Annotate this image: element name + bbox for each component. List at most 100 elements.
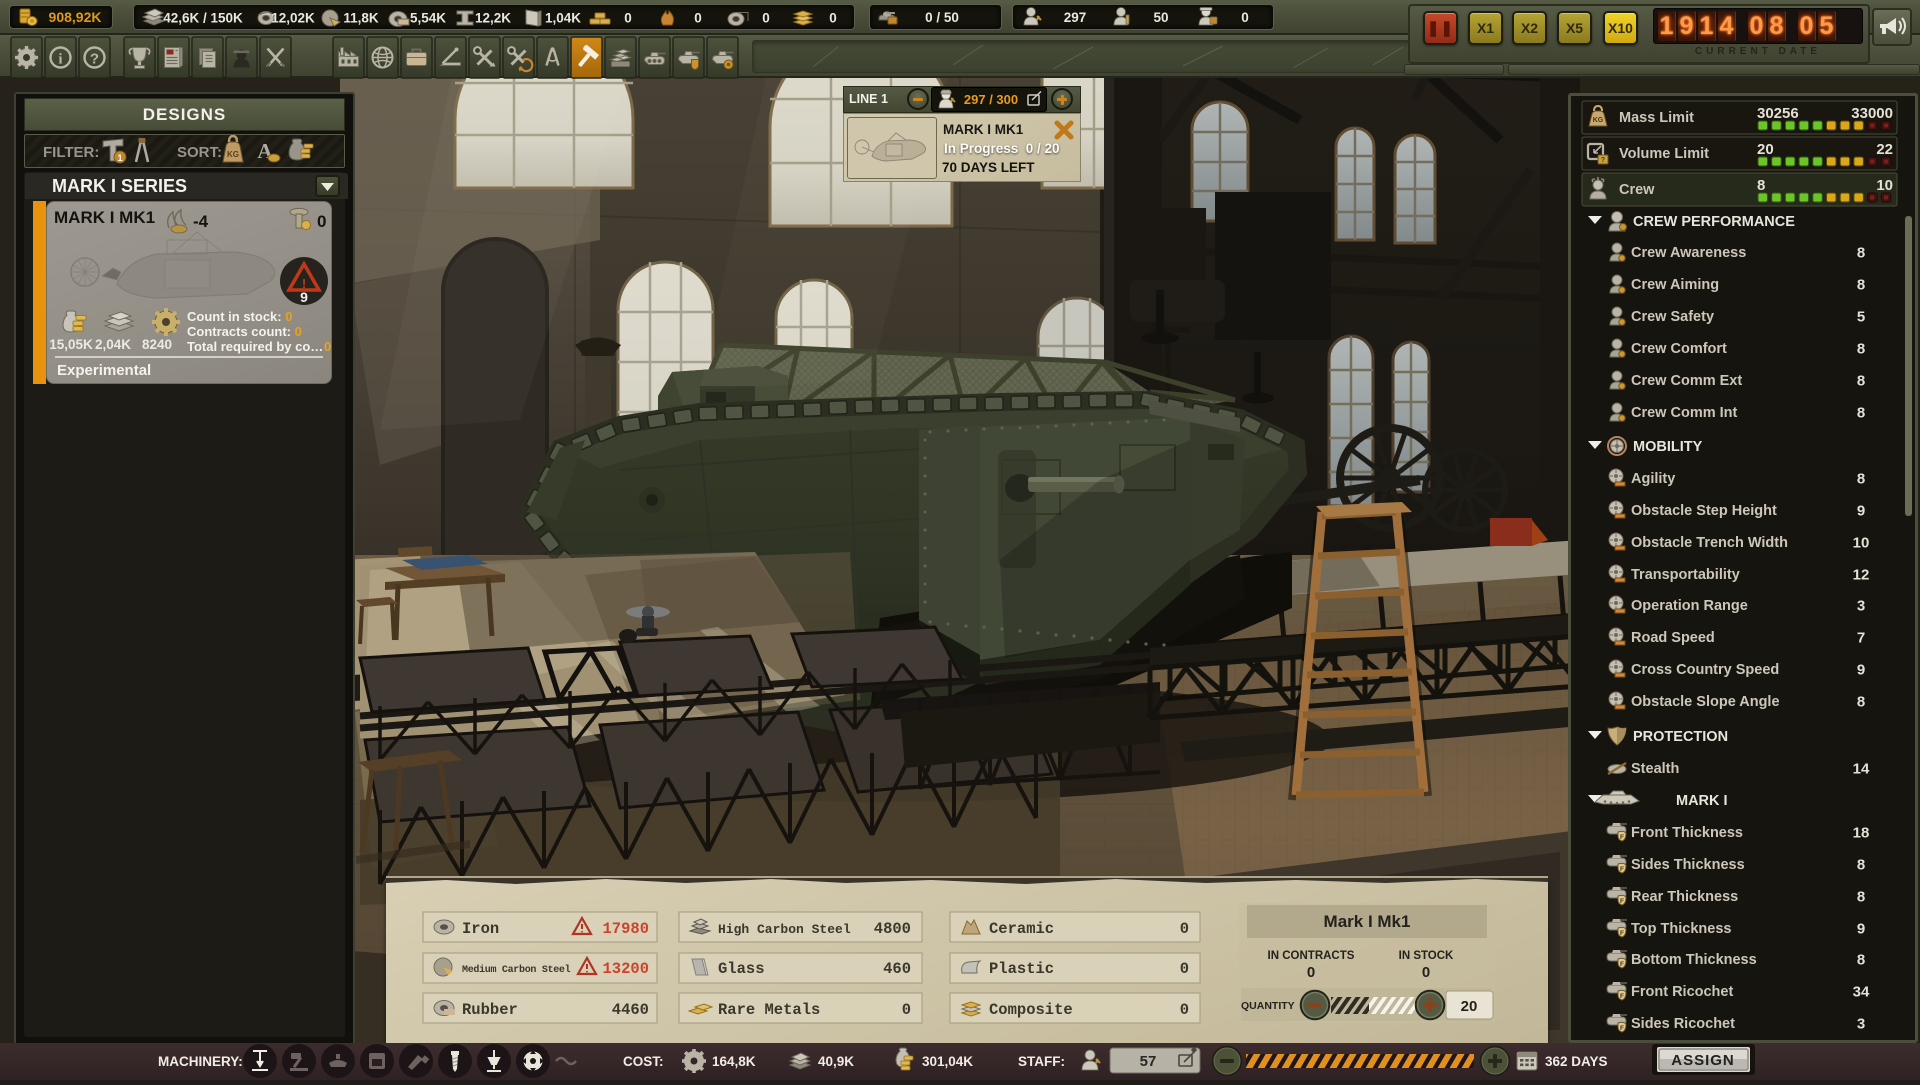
svg-text:164,8K: 164,8K (712, 1054, 756, 1069)
svg-text:Sides Ricochet: Sides Ricochet (1631, 1016, 1735, 1032)
svg-text:5,54K: 5,54K (410, 11, 446, 26)
svg-text:4800: 4800 (874, 920, 911, 938)
svg-text:1,04K: 1,04K (545, 11, 581, 26)
svg-text:Crew: Crew (1619, 182, 1655, 198)
svg-text:8: 8 (1857, 889, 1865, 906)
svg-text:14: 14 (1853, 761, 1870, 778)
svg-text:Road Speed: Road Speed (1631, 630, 1715, 646)
svg-text:Crew Aiming: Crew Aiming (1631, 277, 1719, 293)
svg-text:0 / 50: 0 / 50 (925, 10, 959, 25)
svg-text:PROTECTION: PROTECTION (1633, 729, 1728, 745)
svg-text:34: 34 (1853, 984, 1870, 1001)
svg-text:8: 8 (1857, 471, 1865, 488)
svg-text:0: 0 (694, 11, 702, 26)
svg-text:5: 5 (1857, 309, 1865, 326)
svg-text:Front Ricochet: Front Ricochet (1631, 984, 1733, 1000)
svg-text:3: 3 (1857, 598, 1865, 615)
svg-text:Stealth: Stealth (1631, 761, 1679, 777)
svg-text:2,04K: 2,04K (95, 337, 131, 352)
svg-text:8: 8 (1757, 177, 1765, 194)
svg-text:30256: 30256 (1757, 105, 1799, 122)
svg-text:STAFF:: STAFF: (1018, 1054, 1065, 1069)
svg-text:MOBILITY: MOBILITY (1633, 439, 1703, 455)
svg-text:42,6K / 150K: 42,6K / 150K (163, 11, 243, 26)
svg-text:0: 0 (1422, 964, 1430, 981)
svg-text:362 DAYS: 362 DAYS (1545, 1054, 1608, 1069)
svg-text:Transportability: Transportability (1631, 567, 1740, 583)
svg-text:ASSIGN: ASSIGN (1671, 1052, 1735, 1069)
svg-text:MARK I: MARK I (1676, 793, 1728, 809)
svg-text:9: 9 (1857, 921, 1865, 938)
svg-text:Obstacle Trench Width: Obstacle Trench Width (1631, 535, 1788, 551)
svg-text:SORT:: SORT: (177, 144, 222, 161)
svg-text:-4: -4 (193, 212, 209, 231)
svg-text:0: 0 (1241, 10, 1249, 25)
svg-text:Sides Thickness: Sides Thickness (1631, 857, 1745, 873)
svg-text:8: 8 (1857, 952, 1865, 969)
svg-text:0: 0 (762, 11, 770, 26)
svg-text:Rare Metals: Rare Metals (718, 1001, 820, 1019)
svg-text:12: 12 (1853, 567, 1870, 584)
svg-text:QUANTITY: QUANTITY (1241, 1000, 1295, 1012)
svg-text:9: 9 (1857, 503, 1865, 520)
svg-text:Crew Comm Ext: Crew Comm Ext (1631, 373, 1742, 389)
svg-text:0: 0 (624, 11, 632, 26)
svg-text:10: 10 (1876, 177, 1893, 194)
svg-text:MACHINERY:: MACHINERY: (158, 1054, 243, 1069)
svg-text:297: 297 (1064, 10, 1087, 25)
svg-text:Crew Comm Int: Crew Comm Int (1631, 405, 1738, 421)
svg-text:Crew Awareness: Crew Awareness (1631, 245, 1746, 261)
svg-text:IN CONTRACTS: IN CONTRACTS (1268, 950, 1355, 962)
svg-text:Experimental: Experimental (57, 362, 151, 379)
svg-text:13200: 13200 (602, 960, 649, 978)
svg-text:Operation Range: Operation Range (1631, 598, 1748, 614)
svg-text:8: 8 (1857, 405, 1865, 422)
svg-text:Front Thickness: Front Thickness (1631, 825, 1743, 841)
svg-text:20: 20 (1461, 998, 1478, 1015)
svg-text:Crew Safety: Crew Safety (1631, 309, 1714, 325)
svg-text:8: 8 (1857, 694, 1865, 711)
svg-text:40,9K: 40,9K (818, 1054, 854, 1069)
svg-text:7: 7 (1857, 630, 1865, 647)
svg-text:9: 9 (300, 289, 308, 305)
svg-text:50: 50 (1153, 10, 1168, 25)
svg-text:Contracts count: 0: Contracts count: 0 (187, 324, 302, 339)
svg-text:Bottom Thickness: Bottom Thickness (1631, 952, 1757, 968)
svg-text:17980: 17980 (602, 920, 649, 938)
svg-text:High Carbon Steel: High Carbon Steel (718, 922, 851, 937)
svg-text:10: 10 (1853, 535, 1870, 552)
svg-text:Mass Limit: Mass Limit (1619, 110, 1694, 126)
svg-text:9: 9 (1857, 662, 1865, 679)
svg-text:460: 460 (883, 960, 911, 978)
svg-text:8240: 8240 (142, 337, 172, 352)
svg-text:Obstacle Step Height: Obstacle Step Height (1631, 503, 1777, 519)
svg-text:0: 0 (1180, 920, 1189, 938)
svg-text:IN STOCK: IN STOCK (1399, 950, 1454, 962)
svg-text:8: 8 (1857, 277, 1865, 294)
svg-text:0: 0 (1180, 1001, 1189, 1019)
svg-text:0: 0 (829, 11, 837, 26)
svg-text:COST:: COST: (623, 1054, 664, 1069)
svg-text:Count in stock: 0: Count in stock: 0 (187, 309, 292, 324)
svg-text:57: 57 (1140, 1053, 1157, 1070)
svg-text:8: 8 (1857, 245, 1865, 262)
svg-text:33000: 33000 (1851, 105, 1893, 122)
svg-text:12,02K: 12,02K (271, 11, 315, 26)
svg-text:CREW PERFORMANCE: CREW PERFORMANCE (1633, 214, 1795, 230)
svg-text:1: 1 (117, 153, 122, 163)
svg-text:0: 0 (1180, 960, 1189, 978)
svg-text:Agility: Agility (1631, 471, 1675, 487)
svg-text:0: 0 (1307, 964, 1315, 981)
svg-text:Ceramic: Ceramic (989, 920, 1054, 938)
svg-text:Obstacle Slope Angle: Obstacle Slope Angle (1631, 694, 1780, 710)
svg-text:Composite: Composite (989, 1001, 1073, 1019)
svg-text:Crew Comfort: Crew Comfort (1631, 341, 1727, 357)
svg-text:8: 8 (1857, 373, 1865, 390)
svg-text:20: 20 (1757, 141, 1774, 158)
svg-text:22: 22 (1876, 141, 1893, 158)
svg-text:Rubber: Rubber (462, 1001, 518, 1019)
svg-text:Iron: Iron (462, 920, 499, 938)
svg-text:15,05K: 15,05K (49, 337, 93, 352)
svg-text:Mark I Mk1: Mark I Mk1 (1324, 912, 1411, 931)
svg-text:Medium Carbon Steel: Medium Carbon Steel (462, 964, 571, 976)
